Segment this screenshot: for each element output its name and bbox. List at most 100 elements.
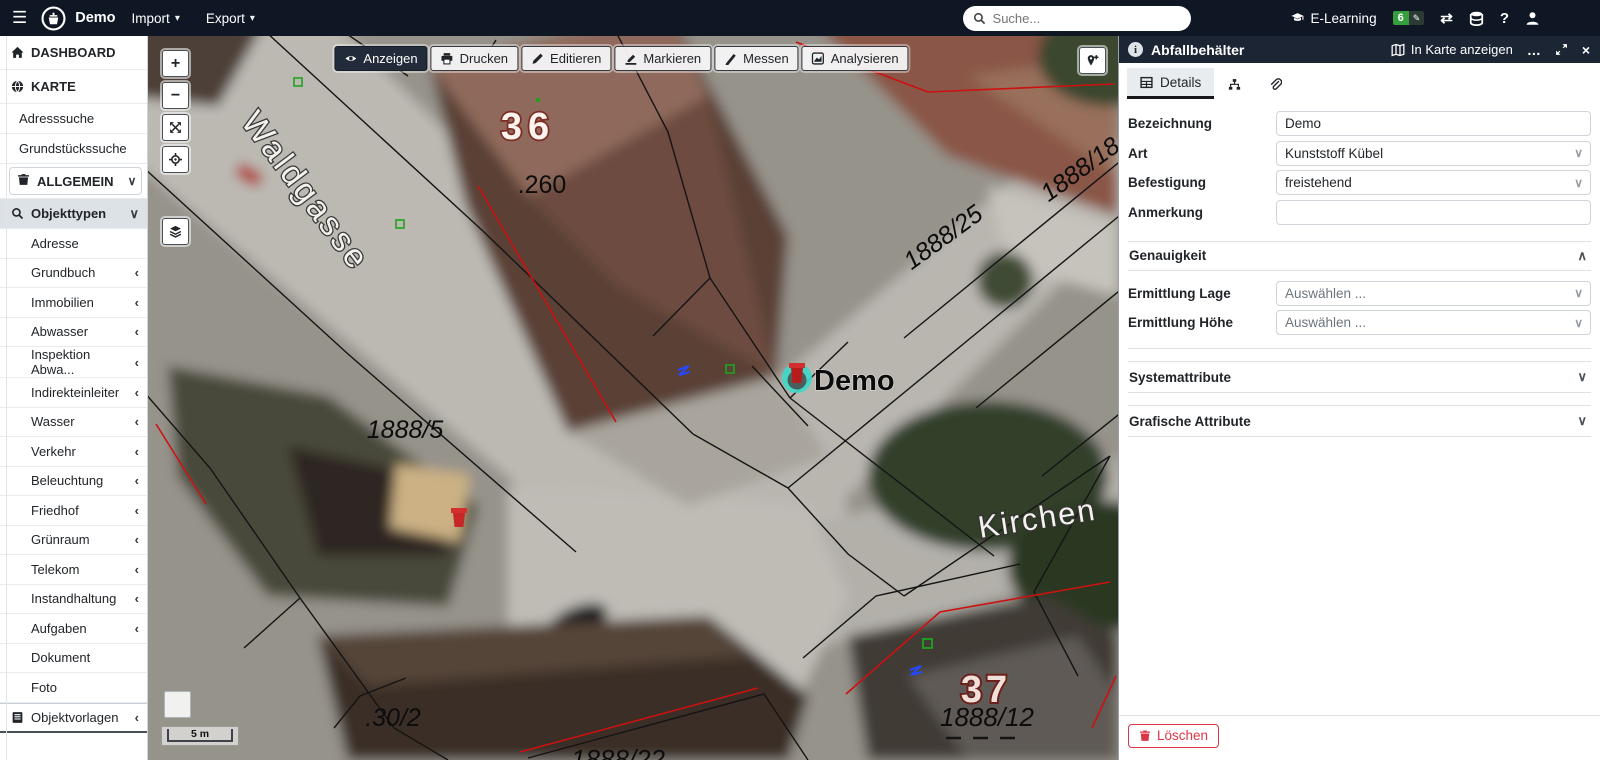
templates-icon [11,711,24,724]
sidebar-item-beleuchtung[interactable]: Beleuchtung‹ [0,467,147,497]
collapse-left-icon: ‹ [135,562,139,577]
info-icon: i [1128,42,1143,57]
chevron-down-icon[interactable]: ∨ [128,174,137,188]
fullscreen-button[interactable] [162,114,189,141]
database-icon[interactable] [1469,11,1484,26]
collapse-left-icon: ‹ [135,621,139,636]
panel-tabs: Details [1119,63,1600,99]
ermittlung-hoehe-select[interactable]: Auswählen ... [1276,310,1591,335]
show-in-map-button[interactable]: In Karte anzeigen [1391,42,1513,57]
chevron-up-icon: ∧ [1577,248,1587,264]
zoom-out-button[interactable]: − [162,82,189,109]
collapse-left-icon: ‹ [135,710,139,725]
sidebar-item-dashboard[interactable]: DASHBOARD [0,36,147,70]
delete-button[interactable]: Löschen [1128,724,1219,748]
field-label-bezeichnung: Bezeichnung [1128,116,1276,131]
sidebar-item-grundbuch[interactable]: Grundbuch‹ [0,259,147,289]
import-menu[interactable]: Import▾ [132,11,180,26]
brand-title: Demo [75,10,115,26]
sidebar-item-grundstueckssuche[interactable]: Grundstückssuche [0,134,147,164]
help-icon[interactable]: ? [1500,10,1509,27]
field-label-anmerkung: Anmerkung [1128,205,1276,220]
sidebar-item-abwasser[interactable]: Abwasser‹ [0,318,147,348]
map-canvas[interactable]: 36 .260 Waldgasse 1888/25 1888/18 1888/5… [148,36,1118,760]
overview-map-button[interactable] [164,691,191,718]
tool-messen[interactable]: Messen [714,46,799,71]
sidebar-item-immobilien[interactable]: Immobilien‹ [0,288,147,318]
map-label-parcel1888-12: 1888/12 [940,702,1035,732]
befestigung-select[interactable]: freistehend [1276,170,1591,195]
chevron-down-icon: ∨ [1574,146,1583,160]
sidebar-item-verkehr[interactable]: Verkehr‹ [0,437,147,467]
art-select[interactable]: Kunststoff Kübel [1276,141,1591,166]
tool-anzeigen[interactable]: Anzeigen [334,46,427,71]
sidebar-item-inspektion-abwasser[interactable]: Inspektion Abwa...‹ [0,347,147,378]
anmerkung-input[interactable] [1276,200,1591,225]
sidebar-item-adresse[interactable]: Adresse [0,229,147,259]
sidebar-item-adresssuche[interactable]: Adresssuche [0,104,147,134]
swap-arrows-icon[interactable]: ⇄ [1440,9,1453,27]
elearning-link[interactable]: E-Learning [1291,11,1377,26]
tab-details[interactable]: Details [1127,68,1214,99]
graduation-cap-icon [1291,12,1304,25]
search-icon [973,12,986,25]
collapse-left-icon: ‹ [135,532,139,547]
tab-attachments[interactable] [1255,68,1296,99]
tool-drucken[interactable]: Drucken [431,46,518,71]
sidebar-item-indirekteinleiter[interactable]: Indirekteinleiter‹ [0,378,147,408]
sidebar-item-aufgaben[interactable]: Aufgaben‹ [0,614,147,644]
user-profile-icon[interactable] [1525,11,1540,26]
locate-button[interactable] [162,146,189,173]
panel-body: Bezeichnung Art Kunststoff Kübel ∨ Befes… [1119,99,1600,715]
sidebar-item-objektvorlagen[interactable]: Objektvorlagen ‹ [0,703,147,733]
genauigkeit-header[interactable]: Genauigkeit ∧ [1128,242,1591,271]
field-label-ermittlung-hoehe: Ermittlung Höhe [1128,315,1276,330]
allgemein-selector[interactable]: ALLGEMEIN ∨ [9,167,142,195]
sidebar-item-foto[interactable]: Foto [0,673,147,703]
caret-down-icon: ▾ [175,13,180,24]
notification-badge[interactable]: 6 ✎ [1393,11,1425,25]
collapse-left-icon: ‹ [135,473,139,488]
chevron-down-icon: ∨ [1577,369,1587,385]
tool-analysieren[interactable]: Analysieren [802,46,909,71]
sidebar-item-instandhaltung[interactable]: Instandhaltung‹ [0,585,147,615]
trash-icon [1139,729,1151,742]
field-label-befestigung: Befestigung [1128,175,1276,190]
export-menu[interactable]: Export▾ [206,11,255,26]
bezeichnung-input[interactable] [1276,111,1591,136]
map-label-parcel30-2: .30/2 [365,704,421,732]
collapse-left-icon: ‹ [135,503,139,518]
tab-relations[interactable] [1214,68,1255,99]
search-input[interactable] [993,11,1181,26]
highlighter-icon [624,52,637,65]
add-marker-button[interactable] [1079,47,1106,74]
hamburger-menu-icon[interactable]: ☰ [12,8,27,28]
section-systemattribute[interactable]: Systemattribute ∨ [1128,361,1591,393]
sidebar-item-dokument[interactable]: Dokument [0,644,147,674]
section-grafische-attribute[interactable]: Grafische Attribute ∨ [1128,405,1591,437]
ermittlung-lage-select[interactable]: Auswählen ... [1276,281,1591,306]
collapse-left-icon: ‹ [135,414,139,429]
scale-bar: 5 m [161,726,239,746]
layers-button[interactable] [162,218,189,245]
top-navbar: ☰ Demo Import▾ Export▾ E-Learning 6 ✎ ⇄ [0,0,1600,36]
sidebar-item-gruenraum[interactable]: Grünraum‹ [0,526,147,556]
more-options-icon[interactable]: … [1527,43,1541,57]
close-panel-icon[interactable]: × [1582,43,1590,57]
expand-panel-icon[interactable] [1555,43,1568,56]
sidebar-item-wasser[interactable]: Wasser‹ [0,408,147,438]
tool-editieren[interactable]: Editieren [521,46,611,71]
zoom-in-button[interactable]: + [162,50,189,77]
tool-markieren[interactable]: Markieren [614,46,711,71]
sidebar-item-karte[interactable]: KARTE [0,70,147,104]
map-label-demo: Demo [814,365,895,397]
chevron-down-icon: ∨ [1577,413,1587,429]
collapse-left-icon: ‹ [135,295,139,310]
navbar-right: E-Learning 6 ✎ ⇄ ? [1291,9,1586,27]
sidebar-item-friedhof[interactable]: Friedhof‹ [0,496,147,526]
selected-feature-demo[interactable]: Demo [782,363,895,397]
sidebar-item-objekttypen[interactable]: Objekttypen ∨ [0,199,147,229]
global-search[interactable] [963,6,1191,31]
panel-footer: Löschen [1119,715,1600,760]
sidebar-item-telekom[interactable]: Telekom‹ [0,555,147,585]
